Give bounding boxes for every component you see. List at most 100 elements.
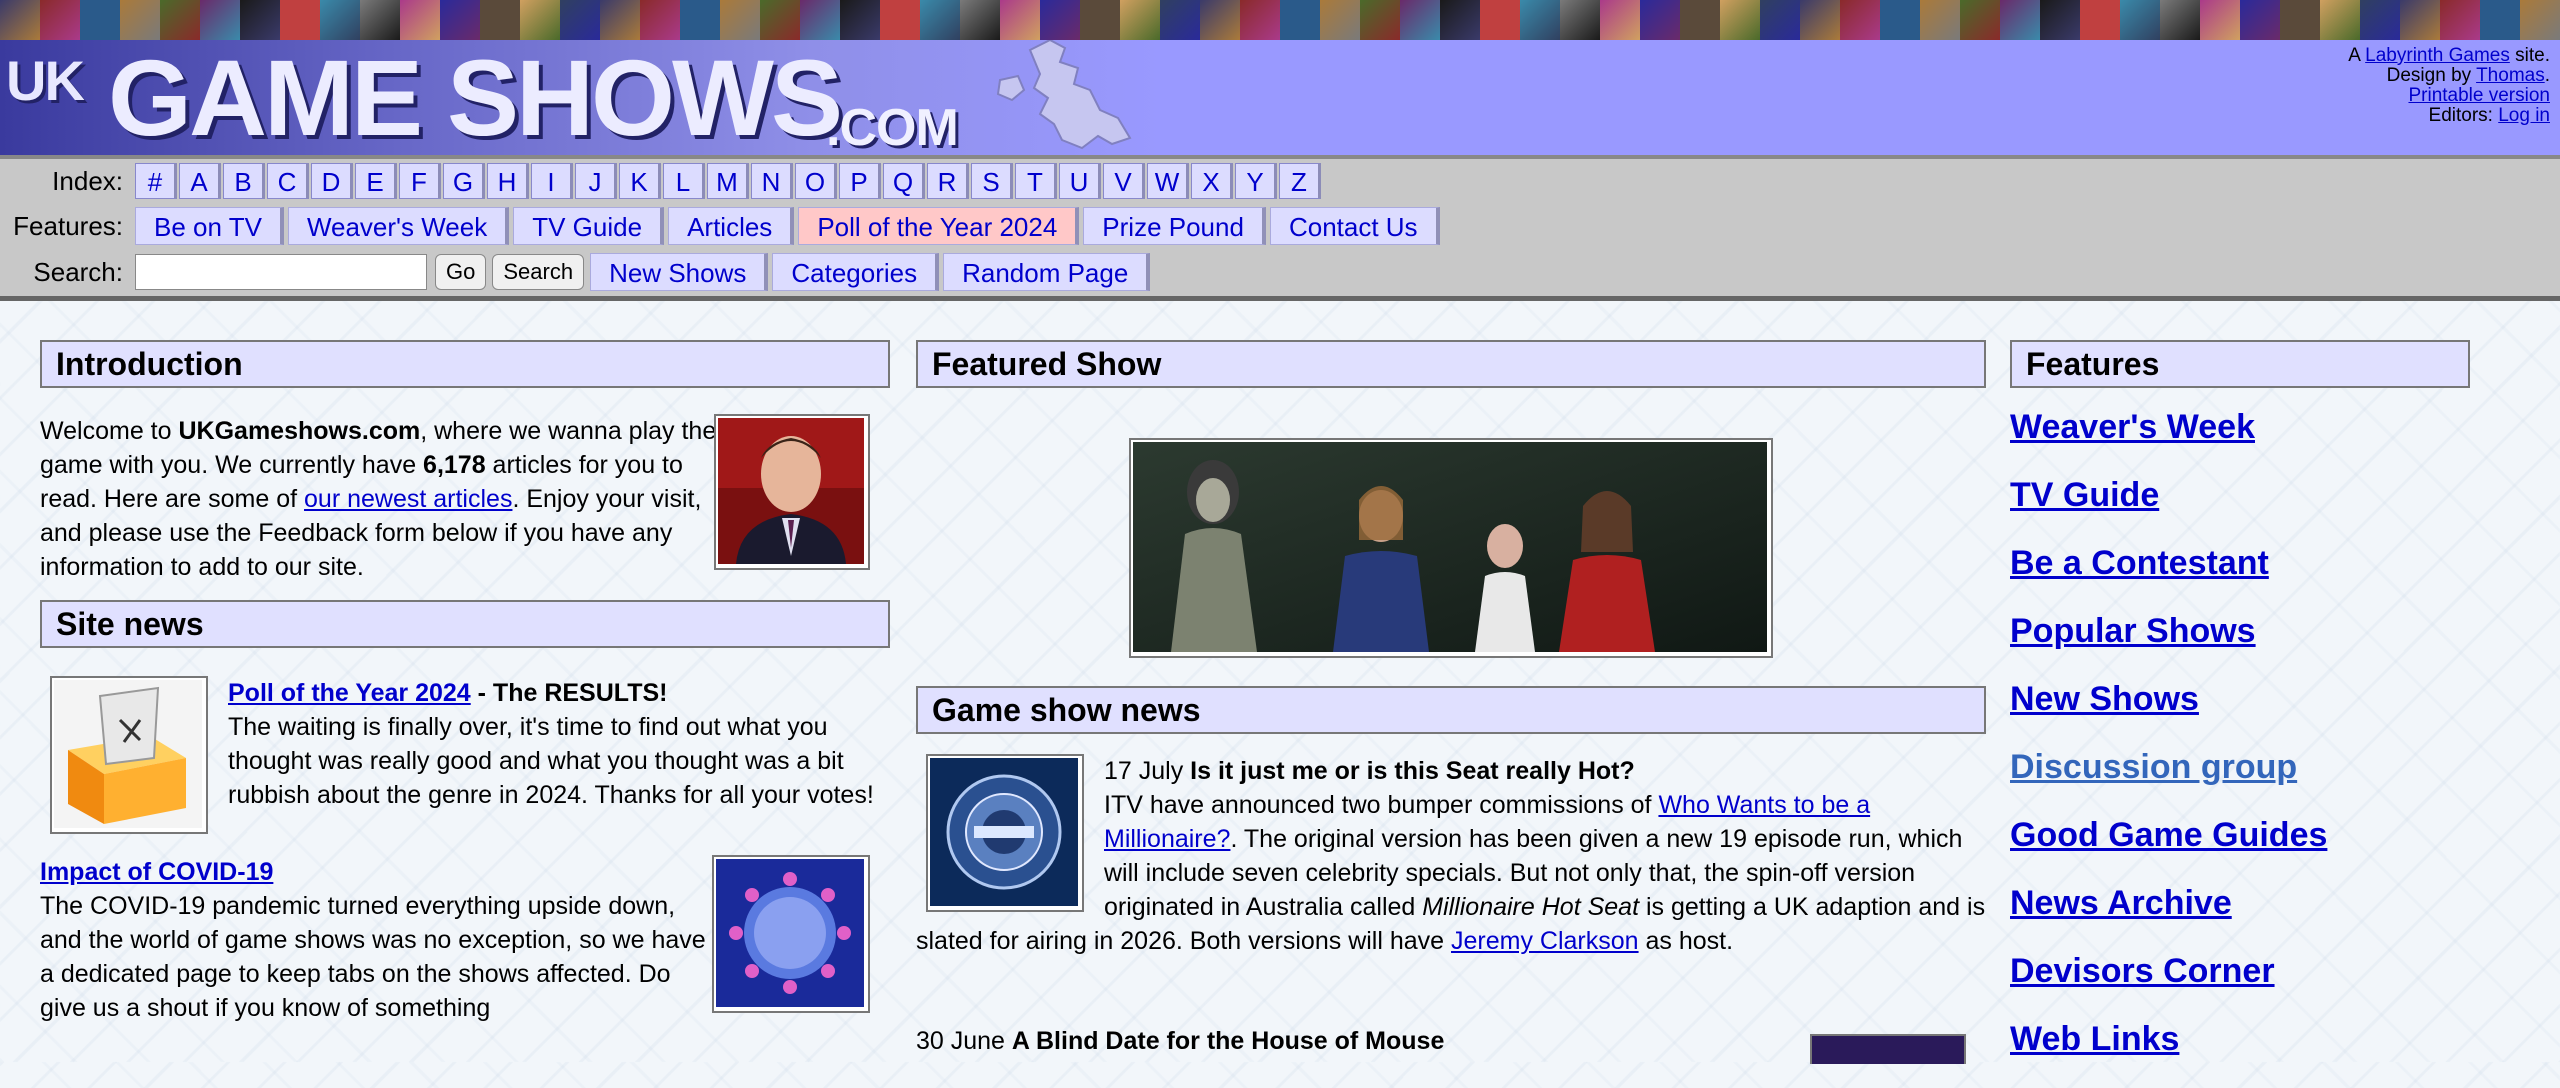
- tab-weaver-s-week[interactable]: Weaver's Week: [287, 207, 510, 245]
- strip-thumbnail[interactable]: [2440, 0, 2480, 40]
- strip-thumbnail[interactable]: [920, 0, 960, 40]
- strip-thumbnail[interactable]: [40, 0, 80, 40]
- strip-thumbnail[interactable]: [520, 0, 560, 40]
- feature-link-discussion-group[interactable]: Discussion group: [2010, 748, 2297, 786]
- index-letter-f[interactable]: F: [399, 163, 441, 199]
- tab-contact-us[interactable]: Contact Us: [1269, 207, 1440, 245]
- strip-thumbnail[interactable]: [480, 0, 520, 40]
- search-button[interactable]: Search: [492, 254, 585, 290]
- strip-thumbnail[interactable]: [80, 0, 120, 40]
- ballot-box-image[interactable]: [50, 676, 208, 834]
- tab-new-shows[interactable]: New Shows: [590, 253, 769, 291]
- strip-thumbnail[interactable]: [2320, 0, 2360, 40]
- index-letter-j[interactable]: J: [575, 163, 617, 199]
- strip-thumbnail[interactable]: [2360, 0, 2400, 40]
- index-letter-v[interactable]: V: [1103, 163, 1145, 199]
- strip-thumbnail[interactable]: [120, 0, 160, 40]
- strip-thumbnail[interactable]: [680, 0, 720, 40]
- index-letter-k[interactable]: K: [619, 163, 661, 199]
- feature-link-news-archive[interactable]: News Archive: [2010, 884, 2232, 922]
- strip-thumbnail[interactable]: [280, 0, 320, 40]
- strip-thumbnail[interactable]: [2120, 0, 2160, 40]
- strip-thumbnail[interactable]: [2040, 0, 2080, 40]
- strip-thumbnail[interactable]: [2000, 0, 2040, 40]
- strip-thumbnail[interactable]: [1200, 0, 1240, 40]
- index-letter-m[interactable]: M: [707, 163, 749, 199]
- index-letter-h[interactable]: H: [487, 163, 529, 199]
- index-letter-o[interactable]: O: [795, 163, 837, 199]
- strip-thumbnail[interactable]: [1240, 0, 1280, 40]
- strip-thumbnail[interactable]: [1000, 0, 1040, 40]
- index-letter-b[interactable]: B: [223, 163, 265, 199]
- feature-link-weaver-s-week[interactable]: Weaver's Week: [2010, 408, 2255, 446]
- strip-thumbnail[interactable]: [160, 0, 200, 40]
- strip-thumbnail[interactable]: [1560, 0, 1600, 40]
- strip-thumbnail[interactable]: [1680, 0, 1720, 40]
- tab-categories[interactable]: Categories: [772, 253, 940, 291]
- news-item-2-image[interactable]: [1810, 1034, 1966, 1064]
- index-letter-g[interactable]: G: [443, 163, 485, 199]
- tab-be-on-tv[interactable]: Be on TV: [135, 207, 284, 245]
- strip-thumbnail[interactable]: [560, 0, 600, 40]
- strip-thumbnail[interactable]: [360, 0, 400, 40]
- strip-thumbnail[interactable]: [640, 0, 680, 40]
- login-link[interactable]: Log in: [2498, 105, 2550, 126]
- strip-thumbnail[interactable]: [2400, 0, 2440, 40]
- feature-link-web-links[interactable]: Web Links: [2010, 1020, 2179, 1058]
- virus-image[interactable]: [712, 855, 870, 1013]
- strip-thumbnail[interactable]: [2160, 0, 2200, 40]
- strip-thumbnail[interactable]: [0, 0, 40, 40]
- feature-link-popular-shows[interactable]: Popular Shows: [2010, 612, 2256, 650]
- strip-thumbnail[interactable]: [2280, 0, 2320, 40]
- search-input[interactable]: [135, 254, 427, 290]
- strip-thumbnail[interactable]: [1040, 0, 1080, 40]
- strip-thumbnail[interactable]: [1600, 0, 1640, 40]
- index-letter-s[interactable]: S: [971, 163, 1013, 199]
- strip-thumbnail[interactable]: [400, 0, 440, 40]
- index-letter-e[interactable]: E: [355, 163, 397, 199]
- tab-articles[interactable]: Articles: [668, 207, 795, 245]
- jeremy-clarkson-link[interactable]: Jeremy Clarkson: [1451, 927, 1639, 955]
- tab-random-page[interactable]: Random Page: [943, 253, 1151, 291]
- strip-thumbnail[interactable]: [2480, 0, 2520, 40]
- index-letter-a[interactable]: A: [179, 163, 221, 199]
- strip-thumbnail[interactable]: [1480, 0, 1520, 40]
- index-letter-d[interactable]: D: [311, 163, 353, 199]
- strip-thumbnail[interactable]: [960, 0, 1000, 40]
- millionaire-logo-image[interactable]: [926, 754, 1084, 912]
- feature-link-be-a-contestant[interactable]: Be a Contestant: [2010, 544, 2269, 582]
- strip-thumbnail[interactable]: [600, 0, 640, 40]
- index-letter-i[interactable]: I: [531, 163, 573, 199]
- index-letter-y[interactable]: Y: [1235, 163, 1277, 199]
- strip-thumbnail[interactable]: [1960, 0, 2000, 40]
- strip-thumbnail[interactable]: [1080, 0, 1120, 40]
- strip-thumbnail[interactable]: [2240, 0, 2280, 40]
- tab-tv-guide[interactable]: TV Guide: [513, 207, 665, 245]
- strip-thumbnail[interactable]: [240, 0, 280, 40]
- index-letter-w[interactable]: W: [1147, 163, 1189, 199]
- index-letter-q[interactable]: Q: [883, 163, 925, 199]
- strip-thumbnail[interactable]: [1400, 0, 1440, 40]
- feature-link-tv-guide[interactable]: TV Guide: [2010, 476, 2159, 514]
- index-letter-l[interactable]: L: [663, 163, 705, 199]
- strip-thumbnail[interactable]: [2200, 0, 2240, 40]
- strip-thumbnail[interactable]: [200, 0, 240, 40]
- index-letter-u[interactable]: U: [1059, 163, 1101, 199]
- strip-thumbnail[interactable]: [1360, 0, 1400, 40]
- strip-thumbnail[interactable]: [1760, 0, 1800, 40]
- strip-thumbnail[interactable]: [760, 0, 800, 40]
- strip-thumbnail[interactable]: [320, 0, 360, 40]
- tab-prize-pound[interactable]: Prize Pound: [1083, 207, 1266, 245]
- tab-poll-of-the-year-2024[interactable]: Poll of the Year 2024: [798, 207, 1080, 245]
- newest-articles-link[interactable]: our newest articles: [304, 485, 512, 513]
- index-letter-r[interactable]: R: [927, 163, 969, 199]
- host-photo[interactable]: [714, 414, 870, 570]
- index-letter-z[interactable]: Z: [1279, 163, 1321, 199]
- strip-thumbnail[interactable]: [720, 0, 760, 40]
- strip-thumbnail[interactable]: [1120, 0, 1160, 40]
- strip-thumbnail[interactable]: [1880, 0, 1920, 40]
- labyrinth-games-link[interactable]: Labyrinth Games: [2365, 45, 2510, 66]
- strip-thumbnail[interactable]: [1160, 0, 1200, 40]
- strip-thumbnail[interactable]: [1320, 0, 1360, 40]
- strip-thumbnail[interactable]: [1520, 0, 1560, 40]
